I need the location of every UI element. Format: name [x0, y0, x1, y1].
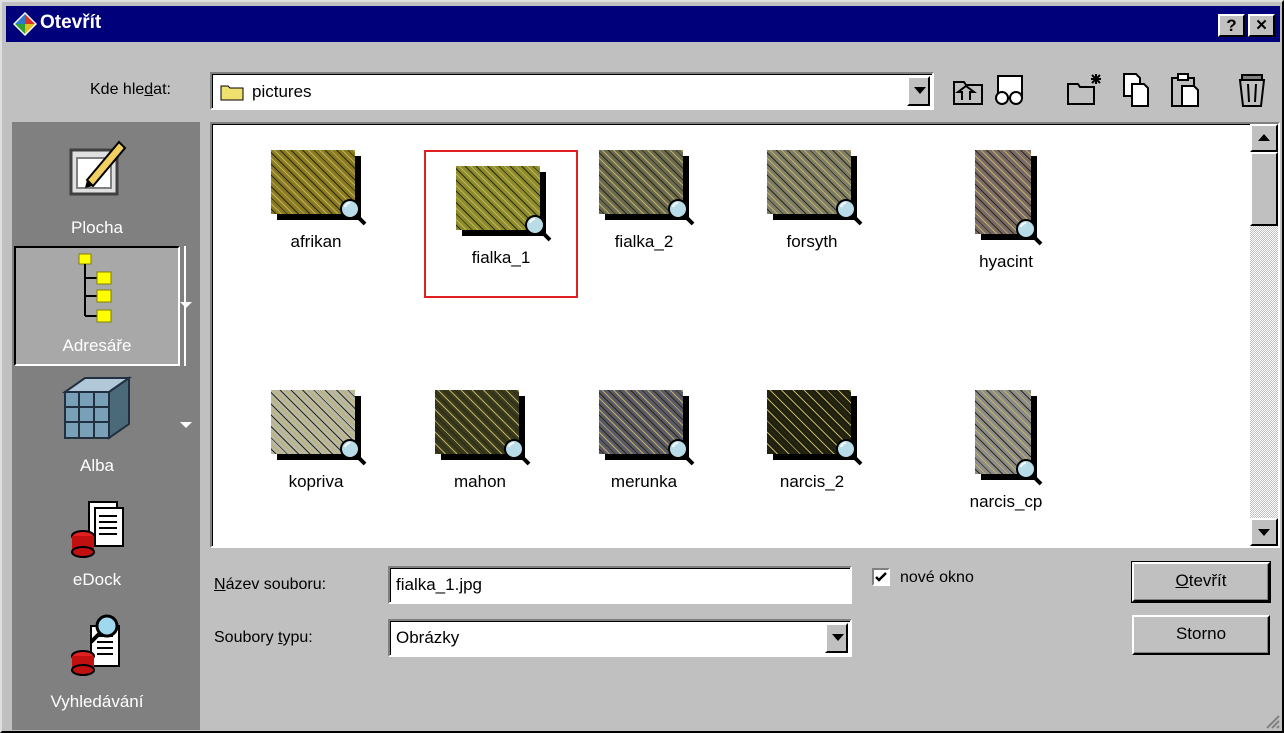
place-desktop[interactable]: Plocha — [14, 126, 180, 244]
magnifier-icon — [668, 199, 695, 226]
delete-icon[interactable] — [1232, 70, 1272, 110]
file-name: hyacint — [979, 252, 1033, 271]
filename-label: Název souboru: — [214, 576, 327, 593]
places-bar: Plocha Adresáře Alba eDock Vyhledávání — [12, 122, 200, 730]
close-button[interactable]: ✕ — [1248, 14, 1275, 37]
place-search[interactable]: Vyhledávání — [14, 606, 180, 724]
place-label: Plocha — [71, 218, 123, 237]
scroll-up-button[interactable] — [1250, 124, 1278, 152]
file-name: merunka — [610, 472, 678, 491]
file-item[interactable]: mahon — [406, 374, 554, 524]
file-name: forsyth — [786, 232, 838, 251]
file-item[interactable]: narcis_cp — [932, 374, 1080, 524]
file-name: fialka_2 — [614, 232, 674, 251]
file-name: narcis_2 — [779, 472, 845, 491]
file-name: mahon — [454, 472, 506, 491]
place-label: Alba — [79, 456, 115, 475]
vertical-scrollbar[interactable] — [1250, 124, 1278, 546]
file-item[interactable]: forsyth — [738, 134, 886, 280]
folder-icon — [220, 85, 244, 101]
filetype-value: Obrázky — [396, 628, 460, 647]
filetype-select[interactable]: Obrázky — [388, 619, 852, 657]
file-item[interactable]: afrikan — [242, 134, 390, 280]
cancel-button[interactable]: Storno — [1132, 615, 1270, 655]
new-folder-icon[interactable] — [1064, 70, 1104, 110]
scroll-down-button[interactable] — [1250, 518, 1278, 546]
file-name: kopriva — [288, 472, 344, 491]
albums-icon — [61, 376, 133, 440]
file-list[interactable]: afrikan fialka_1 fialka_2 forsyth hyacint kop… — [210, 122, 1280, 548]
open-button[interactable]: Otevřít — [1131, 561, 1271, 603]
open-dialog: Otevřít ? ✕ Kde hledat: pictures Plocha … — [0, 0, 1284, 733]
edock-icon — [71, 501, 124, 558]
magnifier-icon — [504, 439, 531, 466]
place-label: Adresáře — [62, 336, 132, 355]
filetype-label: Soubory typu: — [214, 629, 313, 646]
albums-dropdown-arrow[interactable] — [180, 422, 192, 428]
magnifier-icon — [340, 199, 367, 226]
up-folder-icon[interactable] — [948, 70, 988, 110]
folders-dropdown-arrow[interactable] — [180, 302, 192, 308]
magnifier-icon — [668, 439, 695, 466]
preview-icon[interactable] — [990, 70, 1030, 110]
filename-value: fialka_1.jpg — [396, 575, 483, 594]
list-view-icon[interactable] — [1116, 70, 1156, 110]
look-in-label: Kde hledat: — [90, 81, 171, 98]
magnifier-icon — [1016, 219, 1043, 246]
app-diamond-icon — [13, 12, 37, 36]
magnifier-icon — [836, 439, 863, 466]
desktop-icon — [69, 140, 127, 196]
magnifier-icon — [340, 439, 367, 466]
filename-input[interactable]: fialka_1.jpg — [388, 566, 852, 604]
file-item[interactable]: hyacint — [932, 134, 1080, 284]
folders-tree-icon — [78, 253, 112, 323]
file-item[interactable]: fialka_1 — [424, 150, 578, 298]
magnifier-icon — [1016, 459, 1043, 486]
file-item[interactable]: kopriva — [242, 374, 390, 524]
file-item[interactable]: fialka_2 — [570, 134, 718, 280]
place-label: eDock — [72, 570, 122, 589]
checkmark-icon — [875, 572, 887, 582]
magnifier-icon — [836, 199, 863, 226]
place-folders[interactable]: Adresáře — [14, 246, 186, 366]
file-item[interactable]: merunka — [570, 374, 718, 524]
place-label: Vyhledávání — [50, 692, 144, 711]
look-in-value: pictures — [252, 82, 312, 101]
details-view-icon[interactable] — [1166, 70, 1206, 110]
window-title: Otevřít — [40, 12, 102, 33]
file-name: afrikan — [290, 232, 342, 251]
new-window-checkbox[interactable] — [872, 568, 890, 586]
title-bar: Otevřít ? ✕ — [6, 6, 1280, 42]
look-in-dropdown-button[interactable] — [907, 76, 930, 106]
scroll-thumb[interactable] — [1250, 152, 1278, 226]
file-name: narcis_cp — [969, 492, 1043, 511]
new-window-label: nové okno — [900, 569, 974, 586]
place-albums[interactable]: Alba — [14, 368, 180, 484]
place-edock[interactable]: eDock — [14, 486, 180, 602]
search-icon — [71, 614, 120, 676]
filetype-dropdown-button[interactable] — [825, 623, 848, 653]
resize-grip-icon[interactable] — [1264, 713, 1280, 729]
file-item[interactable]: narcis_2 — [738, 374, 886, 524]
magnifier-icon — [525, 215, 552, 242]
look-in-combobox[interactable]: pictures — [210, 72, 934, 110]
file-name: fialka_1 — [471, 248, 531, 267]
help-button[interactable]: ? — [1218, 14, 1245, 37]
